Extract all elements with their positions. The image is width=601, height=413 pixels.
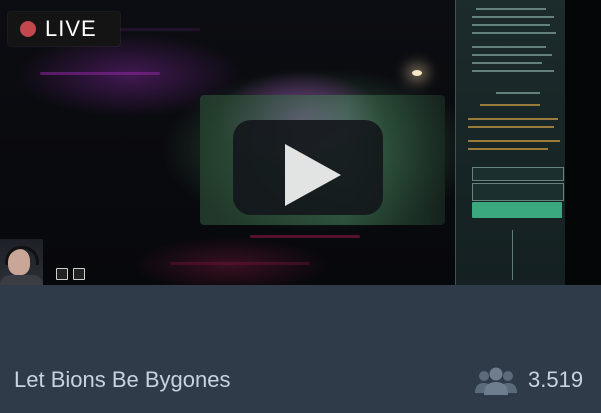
overlay-icon — [56, 268, 68, 280]
viewer-count: 3.519 — [528, 367, 584, 392]
stream-card[interactable]: LIVE Let Bions Be Bygones 3.519 — [0, 0, 601, 413]
streamer-webcam — [0, 239, 43, 285]
stream-title[interactable]: Let Bions Be Bygones — [14, 367, 230, 393]
stream-thumbnail[interactable]: LIVE — [0, 0, 601, 285]
live-badge: LIVE — [8, 12, 120, 46]
game-dialogue-panel — [455, 0, 566, 285]
users-icon — [475, 367, 517, 395]
red-dot-icon — [20, 21, 36, 37]
play-icon[interactable] — [283, 142, 343, 208]
stream-info-bar: Let Bions Be Bygones 3.519 — [0, 285, 601, 413]
live-label: LIVE — [45, 16, 97, 41]
overlay-icon — [73, 268, 85, 280]
